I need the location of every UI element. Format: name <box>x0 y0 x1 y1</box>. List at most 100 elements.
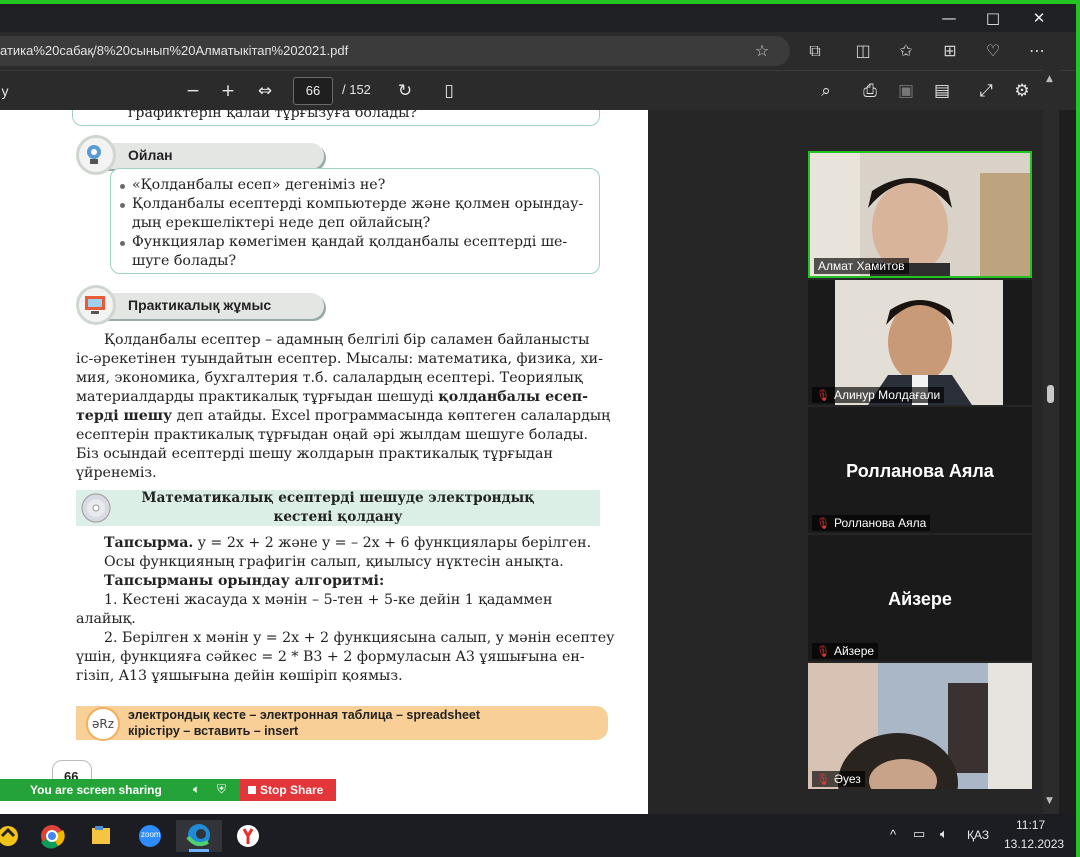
zoom-app-icon[interactable]: zoom <box>132 820 168 852</box>
participant-tile[interactable]: Ролланова Аяла 🎙︎ Ролланова Аяла <box>808 407 1032 533</box>
screen-share-border-right <box>1076 0 1080 857</box>
task-line: Осы функцияның графигін салып, қиылысу н… <box>104 554 564 570</box>
chrome-icon[interactable] <box>34 820 70 852</box>
clock-time[interactable]: 11:17 <box>1016 818 1045 832</box>
scrollbar-thumb[interactable] <box>1047 385 1054 403</box>
settings-icon[interactable]: ⚙ <box>1011 81 1033 101</box>
paragraph-line: материалдарды практикалық тұрғыдан шешуд… <box>76 389 588 405</box>
page-view-icon[interactable]: ▯ <box>438 81 460 101</box>
algorithm-heading: Тапсырманы орындау алгоритмі: <box>104 573 385 589</box>
zoom-out-icon[interactable]: − <box>183 81 203 101</box>
participant-name-text: Ролланова Аяла <box>833 516 927 530</box>
page-number-input[interactable]: 66 <box>293 77 333 105</box>
question-line: Қолданбалы есептерді компьютерде және қо… <box>132 196 584 212</box>
more-menu-icon[interactable]: ⋯ <box>1026 41 1048 61</box>
question-line: «Қолданбалы есеп» дегеніміз не? <box>132 177 386 193</box>
print-icon[interactable]: ⎙ <box>859 81 881 101</box>
paragraph-line: іс-әрекетінен туындайтын есептер. Мысалы… <box>76 351 603 367</box>
scrollbar[interactable]: ▲ ▼ <box>1043 70 1059 814</box>
rotate-icon[interactable]: ↻ <box>394 81 416 101</box>
practical-heading: Практикалық жұмыс <box>128 297 272 313</box>
close-window-button[interactable]: ✕ <box>1024 8 1054 28</box>
browser-essentials-icon[interactable]: ♡ <box>982 41 1004 61</box>
windows-taskbar: zoom ^ ▭ 🔈︎ ҚАЗ 11:17 13.12.2023 <box>0 814 1076 857</box>
participant-name-text: Айзере <box>833 644 875 658</box>
question-line: Функциялар көмегімен қандай қолданбалы е… <box>132 234 568 250</box>
network-icon[interactable]: ▭ <box>913 826 925 842</box>
favorite-star-icon[interactable]: ☆ <box>751 41 773 61</box>
extensions-icon[interactable]: ⧉ <box>804 41 826 61</box>
vocabulary-line: кірістіру – вставить – insert <box>128 724 299 738</box>
pdf-toolbar: y − + ⇔ 66 / 152 ↻ ▯ ⌕ ⎙ ▣ ▤ ⤢ ⚙ <box>0 70 1076 110</box>
window-titlebar: — □ ✕ <box>0 4 1076 32</box>
fullscreen-icon[interactable]: ⤢ <box>975 81 997 101</box>
think-heading: Ойлан <box>128 147 173 163</box>
stop-square-icon <box>248 786 256 794</box>
top-fragment-text: графиктерін қалай тұрғызуға болады? <box>128 110 418 121</box>
pdf-page: графиктерін қалай тұрғызуға болады? Ойла… <box>0 110 648 814</box>
scroll-up-arrow[interactable]: ▲ <box>1046 74 1053 84</box>
yandex-browser-icon[interactable] <box>230 820 266 852</box>
security-shield-icon[interactable]: ⛨ <box>217 782 226 797</box>
zoom-in-icon[interactable]: + <box>218 81 238 101</box>
paragraph-line: үйренеміз. <box>76 465 157 481</box>
edge-icon[interactable] <box>176 820 222 852</box>
participant-tile[interactable]: Айзере 🎙︎ Айзере <box>808 535 1032 661</box>
step-line: үшін, функцияға сәйкес = 2 * B3 + 2 форм… <box>76 649 585 665</box>
stop-share-label: Stop Share <box>260 783 324 797</box>
zoom-label: zoom <box>141 830 161 839</box>
language-indicator[interactable]: ҚАЗ <box>967 828 989 842</box>
stop-share-button[interactable]: Stop Share <box>240 779 336 801</box>
collections-icon[interactable]: ⊞ <box>939 41 961 61</box>
think-icon <box>76 135 116 175</box>
minimize-button[interactable]: — <box>934 8 964 28</box>
participant-tile[interactable]: Алмат Хамитов <box>808 151 1032 278</box>
banner-title-line2: кестені қолдану <box>273 509 403 525</box>
participant-name: 🎙︎ Әуез <box>812 771 865 787</box>
participant-tile[interactable]: 🎙︎ Алинур Молдағали <box>808 280 1032 405</box>
question-line: шуге болады? <box>132 253 237 269</box>
maximize-button[interactable]: □ <box>978 8 1008 28</box>
vocabulary-line: электрондық кесте – электронная таблица … <box>128 708 481 722</box>
participant-name: 🎙︎ Алинур Молдағали <box>812 387 945 403</box>
practical-work-icon <box>76 285 116 325</box>
paragraph-bold: қолданбалы есеп- <box>438 389 589 405</box>
question-line: дың ерекшеліктері неде деп ойлайсың? <box>132 215 431 231</box>
bullet <box>120 241 125 246</box>
volume-icon[interactable]: 🔈︎ <box>940 826 948 842</box>
bullet <box>120 203 125 208</box>
bullet <box>120 184 125 189</box>
save-as-icon[interactable]: ▤ <box>931 81 953 101</box>
search-icon[interactable]: ⌕ <box>815 81 837 101</box>
muted-mic-icon: 🎙︎ <box>816 518 830 530</box>
paragraph-text: деп атайды. Excel программасында көптеге… <box>176 408 611 424</box>
step-line: 2. Берілген x мәнін y = 2x + 2 функциясы… <box>104 630 615 646</box>
split-screen-icon[interactable]: ◫ <box>852 41 874 61</box>
paragraph-line: есептерін практикалық тұрғыдан оңай әрі … <box>76 427 588 443</box>
task-line: Тапсырма. y = 2x + 2 және y = – 2x + 6 ф… <box>104 535 591 551</box>
file-explorer-icon[interactable] <box>83 820 119 852</box>
app-icon[interactable] <box>0 820 26 852</box>
paragraph-bold: терді шешу <box>76 408 173 424</box>
participant-name-text: Алинур Молдағали <box>833 388 941 402</box>
participant-tile[interactable]: 🎙︎ Әуез <box>808 663 1032 789</box>
clock-date[interactable]: 13.12.2023 <box>1004 837 1064 851</box>
participant-display-name: Ролланова Аяла <box>846 461 994 481</box>
favorites-icon[interactable]: ✩ <box>895 41 917 61</box>
save-icon[interactable]: ▣ <box>895 81 917 101</box>
browser-address-row: атика%20сабақ/8%20сынып%20Алматыкітап%20… <box>0 32 1076 70</box>
sharing-status: You are screen sharing <box>30 783 162 797</box>
scroll-down-arrow[interactable]: ▼ <box>1046 796 1053 806</box>
step-line: алайық. <box>76 611 136 627</box>
participant-name-text: Әуез <box>833 772 861 786</box>
fit-page-icon[interactable]: ⇔ <box>254 81 276 101</box>
vocabulary-icon: әRz <box>86 707 120 741</box>
paragraph-text: материалдарды практикалық тұрғыдан шешуд… <box>76 389 434 405</box>
participant-name: Алмат Хамитов <box>814 258 909 274</box>
step-line: гізіп, A13 ұяшығына дейін көшіріп қоямыз… <box>76 668 403 684</box>
address-bar[interactable]: атика%20сабақ/8%20сынып%20Алматыкітап%20… <box>0 36 790 66</box>
banner-title-line1: Математикалық есептерді шешуде электронд… <box>141 490 535 506</box>
active-indicator <box>189 849 209 852</box>
audio-icon[interactable]: 🔈︎ <box>193 782 200 797</box>
tray-chevron-icon[interactable]: ^ <box>890 827 896 842</box>
